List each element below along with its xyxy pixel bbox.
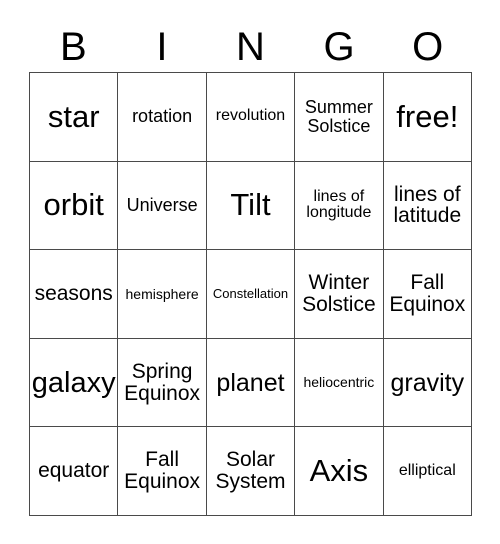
bingo-cell-r2c4[interactable]: lines of longitude [295, 161, 384, 251]
bingo-header-letter-o: O [412, 25, 444, 69]
bingo-cell-label: seasons [34, 282, 113, 306]
bingo-grid: star rotation revolution Summer Solstice… [29, 72, 472, 516]
bingo-header-letter-n: N [236, 25, 265, 69]
bingo-cell-r1c2[interactable]: rotation [118, 73, 207, 162]
bingo-card: B I N G O star rotation revolution Summe… [0, 0, 500, 544]
bingo-cell-label: star [47, 98, 100, 134]
bingo-cell-r3c2[interactable]: hemisphere [118, 250, 207, 339]
bingo-cell-r2c2[interactable]: Universe [118, 161, 207, 251]
bingo-cell-label: heliocentric [303, 374, 375, 391]
bingo-header-letter-i: I [156, 25, 168, 69]
bingo-cell-label: Fall Equinox [389, 271, 466, 316]
bingo-header-row: B I N G O [29, 22, 472, 72]
bingo-cell-r4c5[interactable]: gravity [383, 338, 472, 428]
bingo-cell-r1c1[interactable]: star [30, 73, 119, 162]
bingo-cell-label: Constellation [212, 286, 289, 302]
bingo-cell-label: rotation [132, 106, 193, 127]
bingo-cell-label: equator [38, 459, 110, 483]
bingo-cell-label: hemisphere [125, 285, 199, 302]
bingo-cell-label: lines of latitude [393, 182, 462, 228]
bingo-cell-label: Universe [126, 195, 198, 216]
bingo-cell-r5c5[interactable]: elliptical [383, 427, 472, 516]
bingo-cell-label: Solar System [215, 448, 286, 494]
bingo-cell-r4c1[interactable]: galaxy [30, 338, 119, 428]
bingo-cell-label: free! [396, 98, 459, 134]
bingo-cell-label: Fall Equinox [124, 448, 201, 494]
bingo-cell-r2c1[interactable]: orbit [30, 161, 119, 251]
bingo-cell-r1c4[interactable]: Summer Solstice [295, 73, 384, 162]
bingo-cell-r3c3[interactable]: Constellation [206, 250, 296, 339]
bingo-cell-label: Summer Solstice [304, 97, 373, 136]
bingo-cell-r1c5-free[interactable]: free! [383, 73, 472, 162]
bingo-cell-label: Axis [309, 453, 369, 489]
bingo-cell-label: Winter Solstice [302, 271, 376, 316]
bingo-cell-r2c3[interactable]: Tilt [206, 161, 296, 251]
bingo-cell-r1c3[interactable]: revolution [206, 73, 296, 162]
bingo-cell-label: Spring Equinox [124, 359, 201, 405]
bingo-cell-label: elliptical [398, 461, 456, 479]
bingo-cell-label: Tilt [230, 187, 271, 223]
bingo-header-letter-g: G [323, 25, 355, 69]
bingo-cell-label: lines of longitude [306, 187, 372, 222]
bingo-cell-label: galaxy [31, 366, 116, 399]
bingo-cell-r2c5[interactable]: lines of latitude [383, 161, 472, 251]
bingo-cell-label: revolution [215, 107, 286, 125]
bingo-cell-r4c3[interactable]: planet [206, 338, 296, 428]
bingo-cell-r5c4[interactable]: Axis [295, 427, 384, 516]
bingo-cell-label: orbit [43, 187, 104, 223]
bingo-cell-r3c4[interactable]: Winter Solstice [295, 250, 384, 339]
bingo-cell-r5c1[interactable]: equator [30, 427, 119, 516]
bingo-cell-r4c2[interactable]: Spring Equinox [118, 338, 207, 428]
bingo-cell-r3c1[interactable]: seasons [30, 250, 119, 339]
bingo-cell-r5c3[interactable]: Solar System [206, 427, 296, 516]
bingo-cell-r4c4[interactable]: heliocentric [295, 338, 384, 428]
bingo-cell-label: gravity [390, 368, 465, 397]
bingo-header-letter-b: B [59, 25, 87, 69]
bingo-cell-r3c5[interactable]: Fall Equinox [383, 250, 472, 339]
bingo-cell-r5c2[interactable]: Fall Equinox [118, 427, 207, 516]
bingo-cell-label: planet [216, 368, 285, 397]
